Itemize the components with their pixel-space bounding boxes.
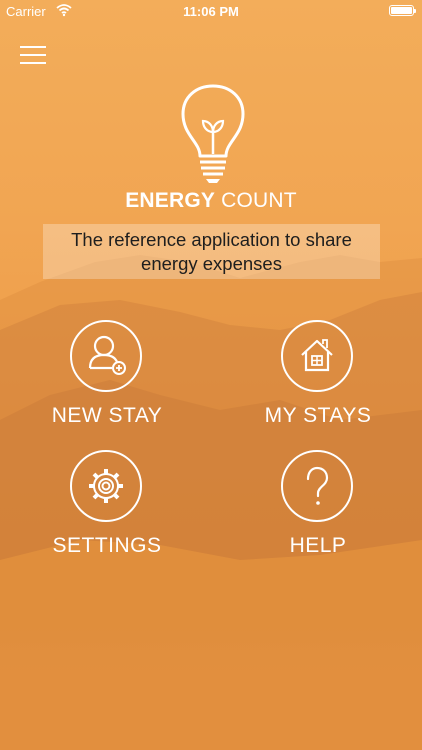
menu-line-icon — [20, 54, 46, 56]
my-stays-label: MY STAYS — [264, 404, 372, 427]
tagline-banner: The reference application to share energ… — [43, 224, 380, 279]
brand-name-light: COUNT — [221, 189, 297, 212]
lightbulb-logo-icon — [181, 84, 245, 183]
brand-name-bold: ENERGY — [125, 189, 216, 212]
app-brand-title: ENERGY COUNT — [0, 189, 422, 213]
help-label: HELP — [289, 534, 347, 557]
status-bar: Carrier 11:06 PM — [0, 0, 422, 22]
gear-icon — [70, 450, 142, 522]
battery-icon — [389, 5, 416, 16]
add-user-icon — [70, 320, 142, 392]
hamburger-menu-button[interactable] — [20, 44, 48, 66]
menu-line-icon — [20, 62, 46, 64]
settings-label: SETTINGS — [52, 534, 162, 557]
home-screen: Carrier 11:06 PM ENERGY COUNT The refere… — [0, 0, 422, 750]
question-mark-icon — [281, 450, 353, 522]
house-icon — [281, 320, 353, 392]
menu-line-icon — [20, 46, 46, 48]
clock: 11:06 PM — [183, 4, 239, 19]
settings-button[interactable]: SETTINGS — [17, 450, 197, 580]
my-stays-button[interactable]: MY STAYS — [228, 320, 408, 450]
new-stay-button[interactable]: NEW STAY — [17, 320, 197, 450]
new-stay-label: NEW STAY — [51, 404, 163, 427]
help-button[interactable]: HELP — [228, 450, 408, 580]
